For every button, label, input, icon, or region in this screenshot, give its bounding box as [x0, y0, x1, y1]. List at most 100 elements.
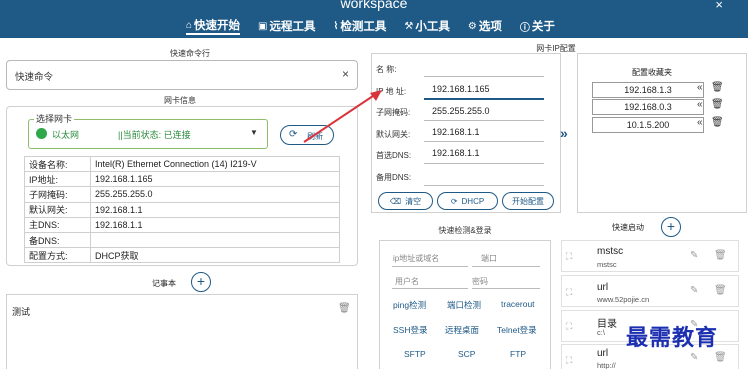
trash-icon[interactable]: 🗑 [714, 352, 727, 363]
row-key: 子网掩码: [24, 186, 91, 203]
load-icon[interactable]: « [697, 82, 703, 93]
ip-name-label: 名 称: [376, 65, 397, 74]
trash-icon[interactable]: 🗑 [711, 82, 724, 93]
tab-label: 选项 [478, 21, 502, 33]
edit-icon[interactable]: ✎ [690, 352, 698, 363]
field-underline [472, 266, 540, 267]
ftp-button[interactable]: FTP [510, 349, 526, 359]
clear-button[interactable]: ⌫ 清空 [378, 192, 433, 210]
tab-options[interactable]: ⚙ 选项 [468, 17, 502, 35]
app-title: workspace [340, 0, 408, 11]
load-icon[interactable]: « [697, 117, 703, 128]
table-row: 设备名称: Intel(R) Ethernet Connection (14) I… [24, 155, 340, 173]
ip-address-field[interactable]: 192.168.1.165 [432, 84, 490, 94]
field-underline [424, 141, 544, 142]
clear-label: 清空 [405, 196, 422, 206]
table-row: 备DNS: [24, 231, 340, 249]
field-underline [424, 163, 544, 164]
refresh-icon: ⟳ [450, 196, 458, 206]
tab-label: 快速开始 [194, 20, 241, 32]
launch-title: 快速启动 [612, 223, 644, 232]
favorite-item[interactable]: 192.168.1.3 [592, 82, 704, 98]
launch-name: url [597, 348, 609, 359]
row-key: IP地址: [24, 171, 91, 188]
port-input[interactable]: 端口 [481, 253, 497, 264]
field-underline [424, 120, 544, 121]
host-input[interactable]: ip地址或域名 [393, 253, 439, 264]
tools-icon: ⚒ [404, 20, 414, 32]
tab-label: 检测工具 [340, 21, 387, 33]
field-underline [424, 76, 544, 77]
password-input[interactable]: 密码 [472, 276, 488, 287]
row-value [90, 231, 340, 249]
launch-item[interactable] [561, 275, 739, 307]
ssh-login-button[interactable]: SSH登录 [393, 324, 427, 336]
trash-icon[interactable]: 🗑 [714, 250, 727, 261]
nic-select-label: 选择网卡 [34, 112, 75, 125]
window-close-button[interactable]: × [715, 0, 723, 12]
apply-config-button[interactable]: 开始配置 [502, 192, 554, 210]
transfer-arrow-icon[interactable]: » [560, 125, 568, 141]
favorite-item[interactable]: 192.168.0.3 [592, 99, 704, 115]
trash-icon[interactable]: 🗑 [711, 117, 724, 128]
tab-detect-tools[interactable]: ⌇ 检测工具 [334, 17, 387, 35]
edit-icon[interactable]: ✎ [690, 285, 698, 296]
tab-quick-start[interactable]: ⌂ 快速开始 [186, 17, 241, 35]
edit-icon[interactable]: ✎ [690, 250, 698, 261]
quick-cmd-title: 快速命令行 [170, 49, 210, 58]
nic-name: 以太网 [52, 130, 80, 140]
favorites-title: 配置收藏夹 [632, 68, 672, 77]
row-value: 255.255.255.0 [90, 186, 340, 203]
apply-label: 开始配置 [512, 196, 544, 206]
add-note-button[interactable]: + [191, 272, 211, 292]
annotation-arrow [303, 90, 382, 143]
trash-icon[interactable]: 🗑 [338, 303, 351, 314]
detect-title: 快速检测&登录 [438, 226, 492, 235]
subnet-mask-field[interactable]: 255.255.255.0 [432, 106, 490, 116]
notes-title: 记事本 [152, 279, 176, 288]
sftp-button[interactable]: SFTP [404, 349, 426, 359]
load-icon[interactable]: « [697, 99, 703, 110]
launch-item[interactable] [561, 240, 739, 272]
ping-button[interactable]: ping检测 [393, 299, 426, 311]
launch-path: http:// [597, 361, 616, 369]
trash-icon[interactable]: 🗑 [714, 285, 727, 296]
secondary-dns-label: 备用DNS: [376, 173, 412, 182]
dhcp-label: DHCP [461, 196, 485, 206]
tab-remote-tools[interactable]: ▣ 远程工具 [258, 17, 315, 35]
launch-name: url [597, 282, 609, 293]
expand-icon[interactable]: ⛶ [566, 355, 572, 366]
expand-icon[interactable]: ⛶ [566, 287, 572, 298]
username-input[interactable]: 用户名 [395, 276, 419, 287]
expand-icon[interactable]: ⛶ [566, 251, 572, 262]
tab-small-tools[interactable]: ⚒ 小工具 [404, 17, 449, 35]
row-key: 备DNS: [24, 231, 91, 249]
info-icon: ⓘ [519, 22, 530, 34]
launch-path: c:\ [597, 328, 605, 337]
nic-info-title: 网卡信息 [164, 96, 196, 105]
watermark: 最需教育 [626, 325, 719, 351]
primary-dns-field[interactable]: 192.168.1.1 [432, 148, 480, 158]
tab-label: 关于 [531, 21, 555, 33]
gateway-field[interactable]: 192.168.1.1 [432, 127, 480, 137]
add-launch-button[interactable]: + [661, 217, 681, 237]
remote-desktop-button[interactable]: 远程桌面 [445, 324, 479, 336]
tab-about[interactable]: ⓘ 关于 [520, 17, 555, 35]
scp-button[interactable]: SCP [458, 349, 475, 359]
table-row: 配置方式: DHCP获取 [24, 247, 340, 264]
field-underline-active [424, 98, 544, 100]
expand-icon[interactable]: ⛶ [566, 321, 572, 332]
row-key: 设备名称: [24, 155, 91, 173]
trash-icon[interactable]: 🗑 [711, 99, 724, 110]
caret-down-icon[interactable]: ▼ [250, 128, 258, 137]
favorite-item[interactable]: 10.1.5.200 [592, 117, 704, 133]
tracert-button[interactable]: tracerout [501, 299, 535, 309]
note-item[interactable]: 测试 [12, 305, 30, 318]
row-key: 主DNS: [24, 216, 91, 233]
table-row: 主DNS: 192.168.1.1 [24, 216, 340, 233]
clear-icon[interactable]: × [342, 67, 349, 81]
dhcp-button[interactable]: ⟳ DHCP [437, 192, 498, 210]
port-check-button[interactable]: 端口检测 [447, 299, 481, 311]
telnet-login-button[interactable]: Telnet登录 [497, 324, 537, 336]
row-value: DHCP获取 [90, 247, 340, 264]
